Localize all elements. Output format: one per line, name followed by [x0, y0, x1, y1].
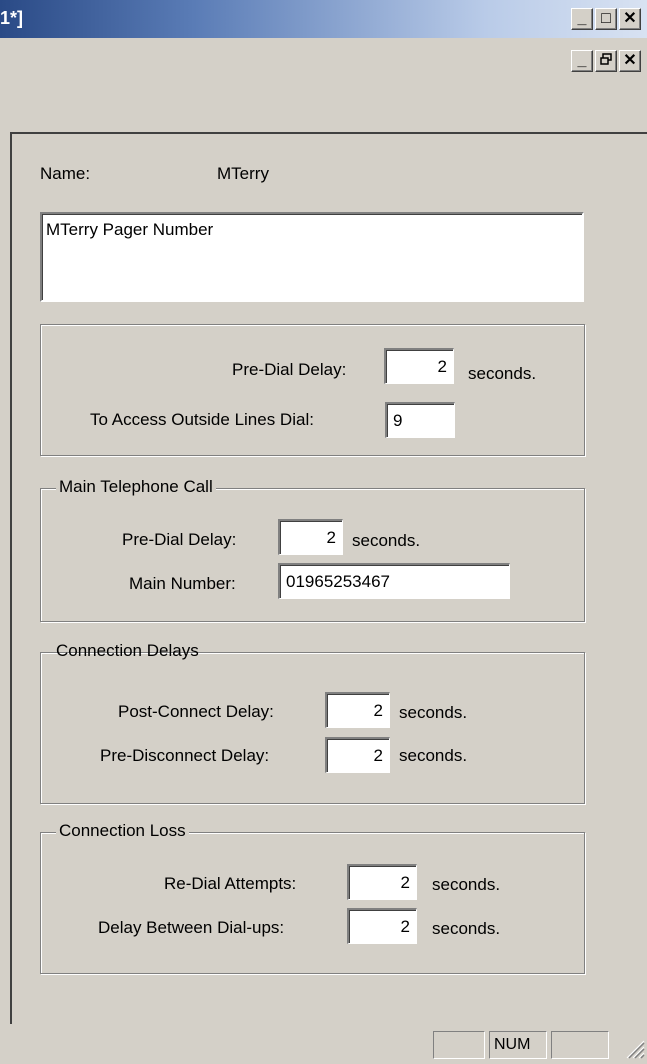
main-number-input[interactable]: 01965253467 — [278, 563, 510, 599]
child-minimize-button[interactable]: _ — [571, 50, 593, 72]
redial-attempts-input[interactable]: 2 — [347, 864, 417, 900]
pre-dial-delay-input[interactable]: 2 — [384, 348, 454, 384]
redial-attempts-label: Re-Dial Attempts: — [164, 874, 297, 893]
minimize-button[interactable]: _ — [571, 8, 593, 30]
main-call-legend: Main Telephone Call — [56, 477, 216, 497]
post-connect-unit: seconds. — [399, 703, 468, 722]
post-connect-input[interactable]: 2 — [325, 692, 390, 728]
connection-loss-legend: Connection Loss — [56, 821, 189, 841]
pre-disconnect-unit: seconds. — [399, 746, 468, 765]
connection-delays-legend: Connection Delays — [56, 641, 199, 660]
delay-between-unit: seconds. — [432, 919, 501, 938]
outside-line-label: To Access Outside Lines Dial: — [90, 410, 314, 429]
toolbar-area — [0, 90, 647, 130]
status-panel-num: NUM — [489, 1031, 547, 1059]
main-pre-dial-unit: seconds. — [352, 531, 421, 550]
status-panel-caps — [433, 1031, 485, 1059]
minimize-icon: _ — [577, 52, 587, 69]
close-icon: ✕ — [623, 10, 637, 27]
redial-attempts-unit: seconds. — [432, 875, 501, 894]
child-restore-button[interactable] — [595, 50, 617, 72]
main-pre-dial-label: Pre-Dial Delay: — [122, 530, 237, 549]
main-call-group — [40, 488, 585, 622]
pre-dial-delay-label: Pre-Dial Delay: — [232, 360, 347, 379]
child-close-button[interactable]: ✕ — [619, 50, 641, 72]
maximize-icon: □ — [601, 10, 611, 27]
resize-grip-icon[interactable] — [623, 1037, 645, 1059]
description-textarea[interactable]: MTerry Pager Number — [40, 212, 584, 302]
connection-delays-group — [40, 652, 585, 804]
restore-icon — [600, 53, 612, 69]
pre-disconnect-input[interactable]: 2 — [325, 737, 390, 773]
maximize-button[interactable]: □ — [595, 8, 617, 30]
main-pre-dial-input[interactable]: 2 — [278, 519, 343, 555]
menu-bar: _ ✕ — [0, 38, 647, 90]
close-icon: ✕ — [623, 52, 637, 69]
main-number-label: Main Number: — [129, 574, 236, 593]
close-button[interactable]: ✕ — [619, 8, 641, 30]
form-panel: Name: MTerry MTerry Pager Number Pre-Dia… — [10, 132, 647, 1024]
delay-between-input[interactable]: 2 — [347, 908, 417, 944]
pre-disconnect-label: Pre-Disconnect Delay: — [100, 746, 270, 765]
status-bar: NUM — [0, 1024, 647, 1061]
name-value: MTerry — [217, 164, 269, 183]
title-bar[interactable]: 1*] _ □ ✕ — [0, 0, 647, 38]
dialing-group — [40, 324, 585, 456]
post-connect-label: Post-Connect Delay: — [118, 702, 274, 721]
outside-line-input[interactable]: 9 — [385, 402, 455, 438]
minimize-icon: _ — [577, 10, 587, 27]
status-panel-scroll — [551, 1031, 609, 1059]
pre-dial-delay-unit: seconds. — [468, 364, 537, 383]
name-label: Name: — [40, 164, 91, 183]
connection-loss-group — [40, 832, 585, 974]
window-title: 1*] — [0, 8, 24, 28]
delay-between-label: Delay Between Dial-ups: — [98, 918, 285, 937]
